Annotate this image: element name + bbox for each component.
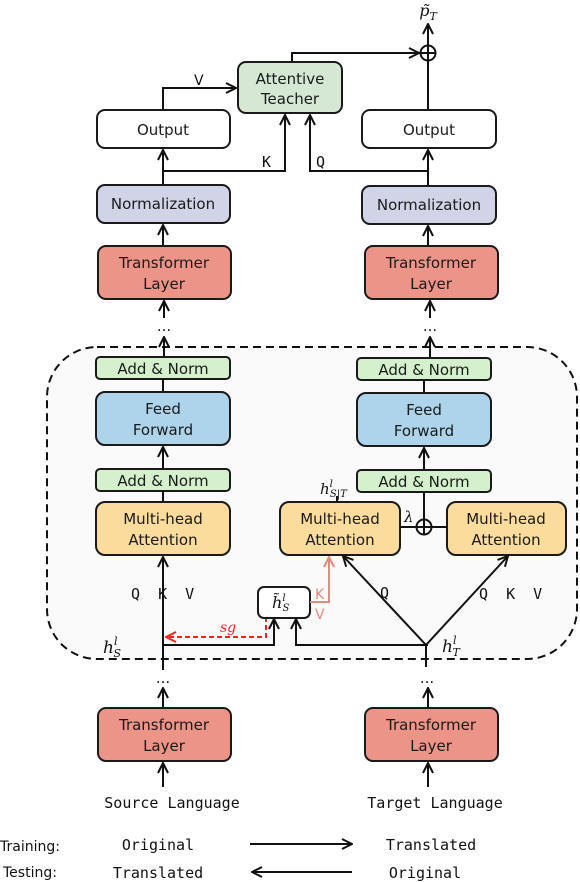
stop-gradient-label: sg [220, 620, 236, 636]
attentive-teacher-label-line2: Teacher [260, 90, 320, 108]
target-feed-forward-label-line1: Feed [406, 401, 442, 419]
source-feed-forward-label-line2: Forward [133, 421, 193, 439]
source-upper-transformer-label-line2: Layer [143, 275, 186, 293]
target-self-mha-label-line2: Attention [471, 531, 540, 549]
target-qkv-label: Q K V [479, 585, 542, 603]
training-to-label: Translated [386, 836, 476, 854]
combine-oplus-icon [419, 44, 437, 62]
k-label: K [262, 153, 271, 171]
testing-from-label: Translated [113, 864, 203, 882]
target-add-norm-top-label: Add & Norm [378, 361, 469, 379]
source-output-label: Output [137, 121, 189, 139]
source-mha-label-line1: Multi-head [123, 510, 203, 528]
source-lower-ellipsis: ... [156, 669, 170, 687]
testing-label: Testing: [2, 865, 57, 881]
q-label: Q [316, 153, 325, 171]
target-language-label: Target Language [367, 794, 502, 812]
source-feed-forward-label-line1: Feed [145, 400, 181, 418]
testing-to-label: Original [389, 864, 461, 882]
training-label: Training: [0, 839, 60, 855]
source-upper-ellipsis: ... [157, 317, 171, 335]
source-qkv-label: Q K V [131, 585, 194, 603]
projection-k-label: K [315, 587, 325, 603]
source-add-norm-bottom-label: Add & Norm [117, 472, 208, 490]
training-from-label: Original [122, 836, 194, 854]
target-cross-mha-label-line1: Multi-head [300, 510, 380, 528]
target-add-norm-bottom-label: Add & Norm [378, 473, 469, 491]
target-upper-ellipsis: ... [423, 317, 437, 335]
projection-v-label: V [315, 607, 325, 623]
attentive-teacher-label-line1: Attentive [256, 70, 325, 88]
source-lower-transformer-label-line1: Transformer [118, 716, 210, 734]
source-language-label: Source Language [104, 794, 239, 812]
target-lower-transformer-label-line1: Transformer [385, 716, 477, 734]
source-upper-transformer-label-line1: Transformer [118, 254, 210, 272]
target-normalization-label: Normalization [377, 196, 481, 214]
v-label: V [194, 73, 204, 89]
target-feed-forward-label-line2: Forward [394, 422, 454, 440]
source-mha-label-line2: Attention [128, 531, 197, 549]
source-normalization-label: Normalization [111, 195, 215, 213]
target-upper-transformer-label-line1: Transformer [385, 254, 477, 272]
output-distribution-label: p̃T [419, 1, 438, 23]
target-output-label: Output [403, 121, 455, 139]
diagram-canvas: p̃T Attentive Teacher V K Q Output Outpu… [0, 1, 578, 882]
target-upper-transformer-label-line2: Layer [410, 275, 453, 293]
target-q-label: Q [380, 584, 389, 602]
target-cross-mha-label-line2: Attention [305, 531, 374, 549]
target-lower-transformer-label-line2: Layer [410, 737, 453, 755]
target-lower-ellipsis: ... [420, 669, 434, 687]
source-add-norm-top-label: Add & Norm [117, 360, 208, 378]
mha-combine-oplus-icon [415, 518, 433, 536]
source-lower-transformer-label-line2: Layer [143, 737, 186, 755]
target-self-mha-label-line1: Multi-head [466, 510, 546, 528]
lambda-label: λ [403, 508, 414, 526]
v-arrow [162, 88, 236, 110]
